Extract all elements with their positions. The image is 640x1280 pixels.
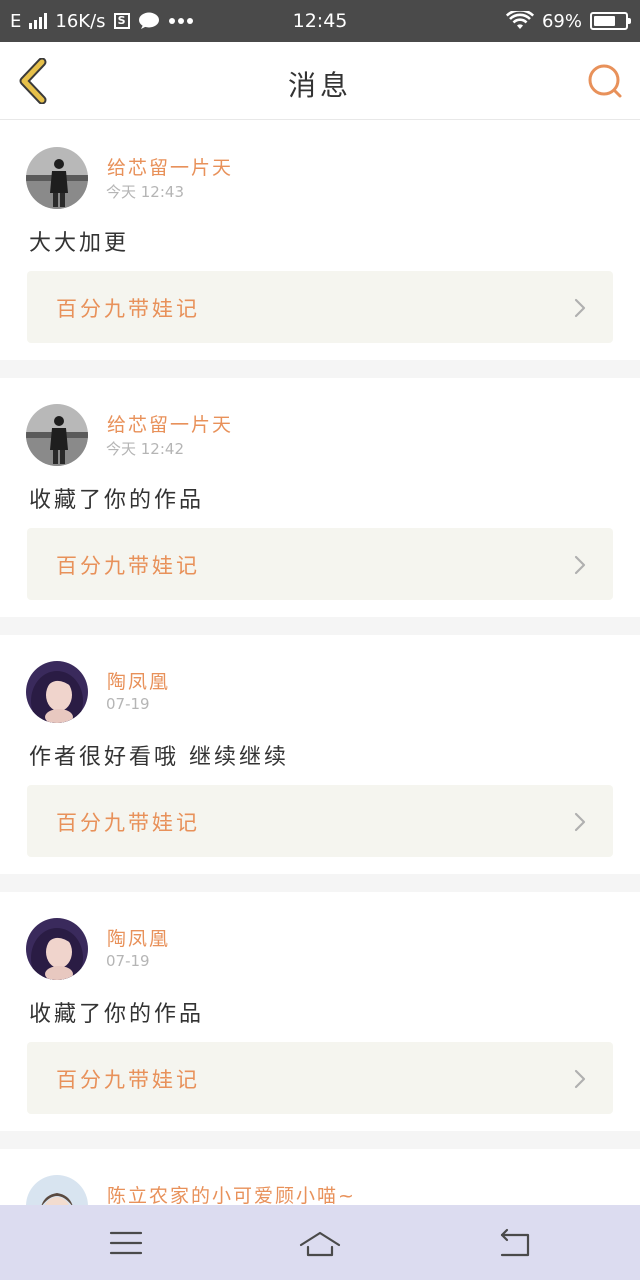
user-name[interactable]: 陈立农家的小可爱顾小喵~ bbox=[107, 1181, 356, 1205]
chevron-right-icon bbox=[574, 298, 586, 318]
avatar-photo-1 bbox=[26, 404, 88, 466]
message-text: 收藏了你的作品 bbox=[29, 488, 205, 513]
user-name[interactable]: 给芯留一片天 bbox=[107, 153, 233, 180]
avatar-photo-2 bbox=[26, 918, 88, 980]
message-card: 陶凤凰 07-19 作者很好看哦 继续继续 百分九带娃记 bbox=[0, 635, 640, 874]
wifi-icon bbox=[505, 11, 534, 29]
work-link[interactable]: 百分九带娃记 bbox=[27, 1042, 613, 1114]
message-card: 陈立农家的小可爱顾小喵~ bbox=[0, 1149, 640, 1205]
page-title: 消息 bbox=[287, 69, 352, 102]
work-title: 百分九带娃记 bbox=[56, 811, 200, 835]
message-list[interactable]: 给芯留一片天 今天 12:43 大大加更 百分九带娃记 给芯留一片天 今天 12… bbox=[0, 121, 640, 1205]
user-name[interactable]: 陶凤凰 bbox=[107, 667, 170, 694]
message-card: 给芯留一片天 今天 12:43 大大加更 百分九带娃记 bbox=[0, 121, 640, 360]
avatar-photo-3 bbox=[26, 1175, 88, 1205]
work-link[interactable]: 百分九带娃记 bbox=[27, 271, 613, 343]
avatar[interactable] bbox=[26, 147, 88, 209]
network-type: E bbox=[10, 10, 22, 32]
chevron-right-icon bbox=[574, 812, 586, 832]
message-text: 大大加更 bbox=[29, 231, 130, 256]
back-icon[interactable] bbox=[494, 1223, 538, 1263]
work-link[interactable]: 百分九带娃记 bbox=[27, 528, 613, 600]
status-bar: E 16K/s S 12:45 69% bbox=[0, 0, 640, 42]
battery-percent: 69% bbox=[541, 10, 582, 32]
avatar[interactable] bbox=[26, 404, 88, 466]
message-card: 给芯留一片天 今天 12:42 收藏了你的作品 百分九带娃记 bbox=[0, 378, 640, 617]
home-icon[interactable] bbox=[298, 1223, 342, 1263]
message-text: 作者很好看哦 继续继续 bbox=[29, 745, 289, 770]
s-app-icon: S bbox=[113, 13, 130, 29]
chevron-right-icon bbox=[574, 555, 586, 575]
avatar-photo-1 bbox=[26, 147, 88, 209]
status-left: E 16K/s S bbox=[10, 0, 194, 42]
message-time: 今天 12:42 bbox=[106, 440, 184, 458]
signal-icon bbox=[29, 13, 48, 29]
avatar[interactable] bbox=[26, 1175, 88, 1205]
user-name[interactable]: 给芯留一片天 bbox=[107, 410, 233, 437]
user-name[interactable]: 陶凤凰 bbox=[107, 924, 170, 951]
message-time: 今天 12:43 bbox=[106, 183, 184, 201]
search-icon[interactable] bbox=[586, 62, 626, 102]
nav-bar: 消息 bbox=[0, 42, 640, 120]
avatar-photo-2 bbox=[26, 661, 88, 723]
network-speed: 16K/s bbox=[55, 10, 106, 32]
message-card: 陶凤凰 07-19 收藏了你的作品 百分九带娃记 bbox=[0, 892, 640, 1131]
system-nav-bar bbox=[0, 1205, 640, 1280]
avatar[interactable] bbox=[26, 918, 88, 980]
chevron-right-icon bbox=[574, 1069, 586, 1089]
message-time: 07-19 bbox=[106, 695, 150, 713]
avatar[interactable] bbox=[26, 661, 88, 723]
more-dots-icon bbox=[168, 18, 193, 24]
message-text: 收藏了你的作品 bbox=[29, 1002, 205, 1027]
work-title: 百分九带娃记 bbox=[56, 297, 200, 321]
battery-icon bbox=[590, 12, 631, 30]
message-time: 07-19 bbox=[106, 952, 150, 970]
back-arrow-icon[interactable] bbox=[14, 58, 54, 104]
menu-icon[interactable] bbox=[104, 1223, 148, 1263]
work-link[interactable]: 百分九带娃记 bbox=[27, 785, 613, 857]
work-title: 百分九带娃记 bbox=[56, 1068, 200, 1092]
chat-bubble-icon bbox=[138, 12, 159, 29]
work-title: 百分九带娃记 bbox=[56, 554, 200, 578]
status-right: 69% bbox=[505, 0, 631, 42]
